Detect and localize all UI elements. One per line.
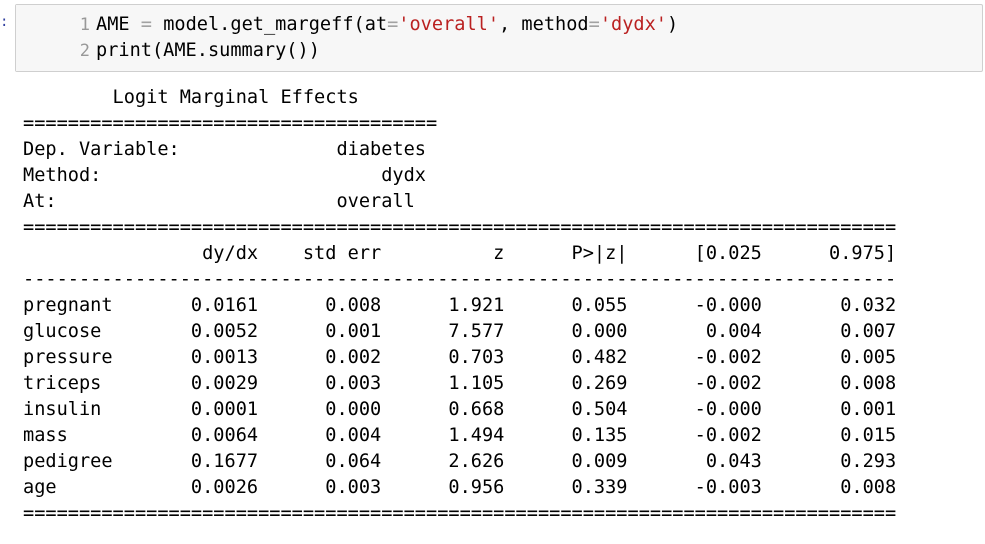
code-token: =	[588, 14, 600, 35]
output-separator: ----------------------------------------…	[23, 269, 897, 290]
output-separator: ========================================…	[23, 503, 897, 524]
output-table-row: triceps 0.0029 0.003 1.105 0.269 -0.002 …	[23, 373, 897, 394]
code-line-2[interactable]: print(AME.summary())	[96, 38, 320, 64]
code-token: =	[140, 14, 152, 35]
line-number: 2	[79, 41, 90, 61]
output-separator: ========================================…	[23, 217, 897, 238]
output-table-row: pressure 0.0013 0.002 0.703 0.482 -0.002…	[23, 347, 897, 368]
output-table-header: dy/dx std err z P>|z| [0.025 0.975]	[23, 243, 897, 264]
output-table-row: pregnant 0.0161 0.008 1.921 0.055 -0.000…	[23, 295, 897, 316]
code-token: model.get_margeff(at	[163, 14, 388, 35]
code-token: 'overall'	[398, 14, 500, 35]
output-table-row: mass 0.0064 0.004 1.494 0.135 -0.002 0.0…	[23, 425, 897, 446]
code-token: =	[387, 14, 399, 35]
code-token: )	[666, 14, 679, 35]
output-title: Logit Marginal Effects	[23, 87, 438, 108]
output-table-row: pedigree 0.1677 0.064 2.626 0.009 0.043 …	[23, 451, 897, 472]
output-info-line: Dep. Variable: diabetes	[23, 139, 426, 160]
cell-prompt-indicator: :	[0, 14, 9, 30]
line-number: 1	[79, 15, 90, 35]
output-separator: =====================================	[23, 113, 438, 134]
output-table-row: insulin 0.0001 0.000 0.668 0.504 -0.000 …	[23, 399, 897, 420]
code-token: AME	[96, 14, 130, 35]
code-cell-input[interactable]: 1 2 AME = model.get_margeff(at='overall'…	[15, 4, 983, 72]
output-table-row: age 0.0026 0.003 0.956 0.339 -0.003 0.00…	[23, 477, 897, 498]
line-number-gutter: 1 2	[16, 5, 94, 71]
code-token: 'dydx'	[599, 14, 667, 35]
code-line-1[interactable]: AME = model.get_margeff(at='overall', me…	[96, 12, 678, 38]
output-info-line: At: overall	[23, 191, 415, 212]
code-token: , method	[499, 14, 589, 35]
output-info-line: Method: dydx	[23, 165, 426, 186]
output-table-row: glucose 0.0052 0.001 7.577 0.000 0.004 0…	[23, 321, 897, 342]
